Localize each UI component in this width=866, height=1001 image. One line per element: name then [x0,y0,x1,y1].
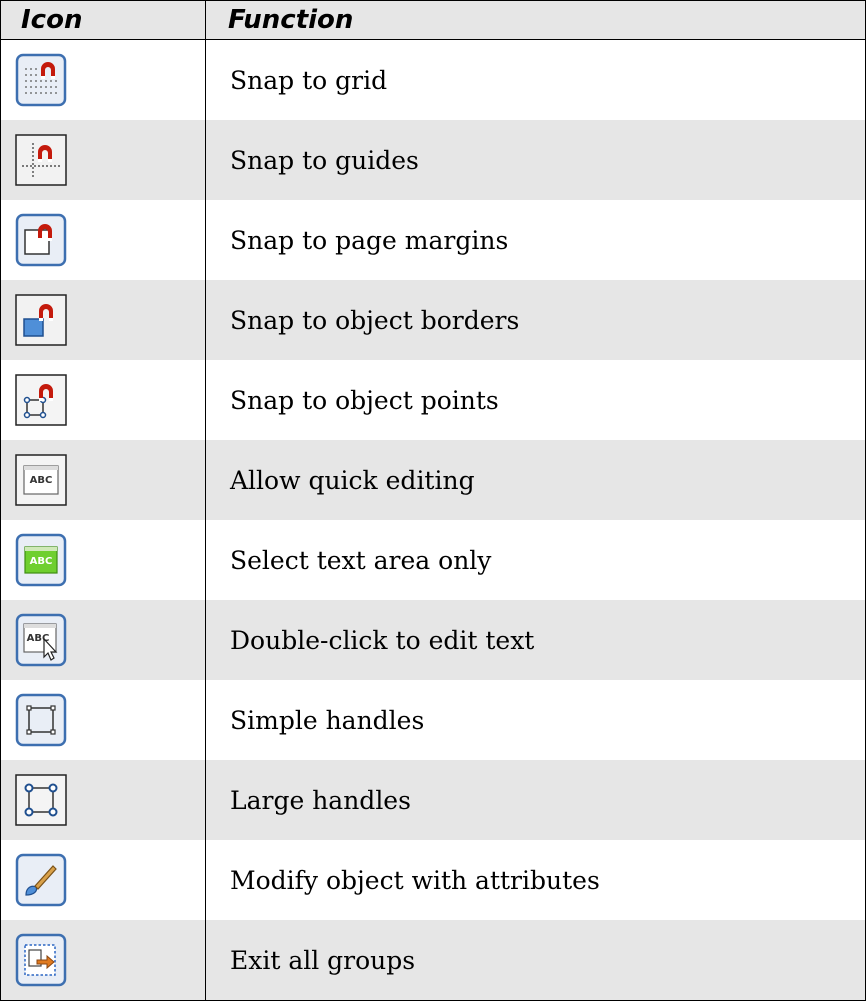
exit-all-groups-icon [15,933,67,987]
icon-cell: ABC [0,520,206,600]
function-label: Snap to grid [205,39,866,120]
select-text-area-only-icon: ABC [15,533,67,587]
snap-to-page-margins-icon [15,213,67,267]
function-label: Large handles [205,760,866,840]
function-label: Modify object with attributes [205,840,866,920]
table-row: Snap to object borders [0,280,866,360]
icon-cell [0,360,206,440]
snap-to-object-points-icon [15,374,67,426]
table-row: Modify object with attributes [0,840,866,920]
function-label: Exit all groups [205,920,866,1001]
table-row: Large handles [0,760,866,840]
table-row: Simple handles [0,680,866,760]
icon-cell: ABC [0,600,206,680]
snap-to-grid-icon [15,53,67,107]
simple-handles-icon [15,693,67,747]
icon-cell [0,760,206,840]
double-click-to-edit-text-icon: ABC [15,613,67,667]
table-row: Exit all groups [0,920,866,1001]
table-row: Snap to page margins [0,200,866,280]
table-header-row: Icon Function [0,0,866,40]
function-label: Snap to page margins [205,200,866,280]
icon-cell [0,200,206,280]
table-row: ABC Select text area only [0,520,866,600]
function-label: Select text area only [205,520,866,600]
icon-cell [0,280,206,360]
modify-object-with-attributes-icon [15,853,67,907]
icon-cell [0,680,206,760]
function-label: Snap to object borders [205,280,866,360]
icon-cell: ABC [0,440,206,520]
function-column-header: Function [205,0,866,40]
function-label: Double-click to edit text [205,600,866,680]
icon-cell [0,39,206,120]
svg-text:ABC: ABC [30,556,53,567]
table-row: Snap to guides [0,120,866,200]
svg-text:ABC: ABC [30,475,53,486]
snap-to-object-borders-icon [15,294,67,346]
function-label: Snap to object points [205,360,866,440]
table-row: Snap to grid [0,39,866,120]
icon-column-header: Icon [0,0,206,40]
function-label: Allow quick editing [205,440,866,520]
allow-quick-editing-icon: ABC [15,454,67,506]
snap-to-guides-icon [15,134,67,186]
icon-cell [0,120,206,200]
function-label: Snap to guides [205,120,866,200]
icon-cell [0,920,206,1001]
table-row: ABC Double-click to edit text [0,600,866,680]
large-handles-icon [15,774,67,826]
function-label: Simple handles [205,680,866,760]
icon-cell [0,840,206,920]
icon-function-table: Icon Function Snap to grid Snap to guide… [0,0,866,1001]
table-row: Snap to object points [0,360,866,440]
table-row: ABC Allow quick editing [0,440,866,520]
